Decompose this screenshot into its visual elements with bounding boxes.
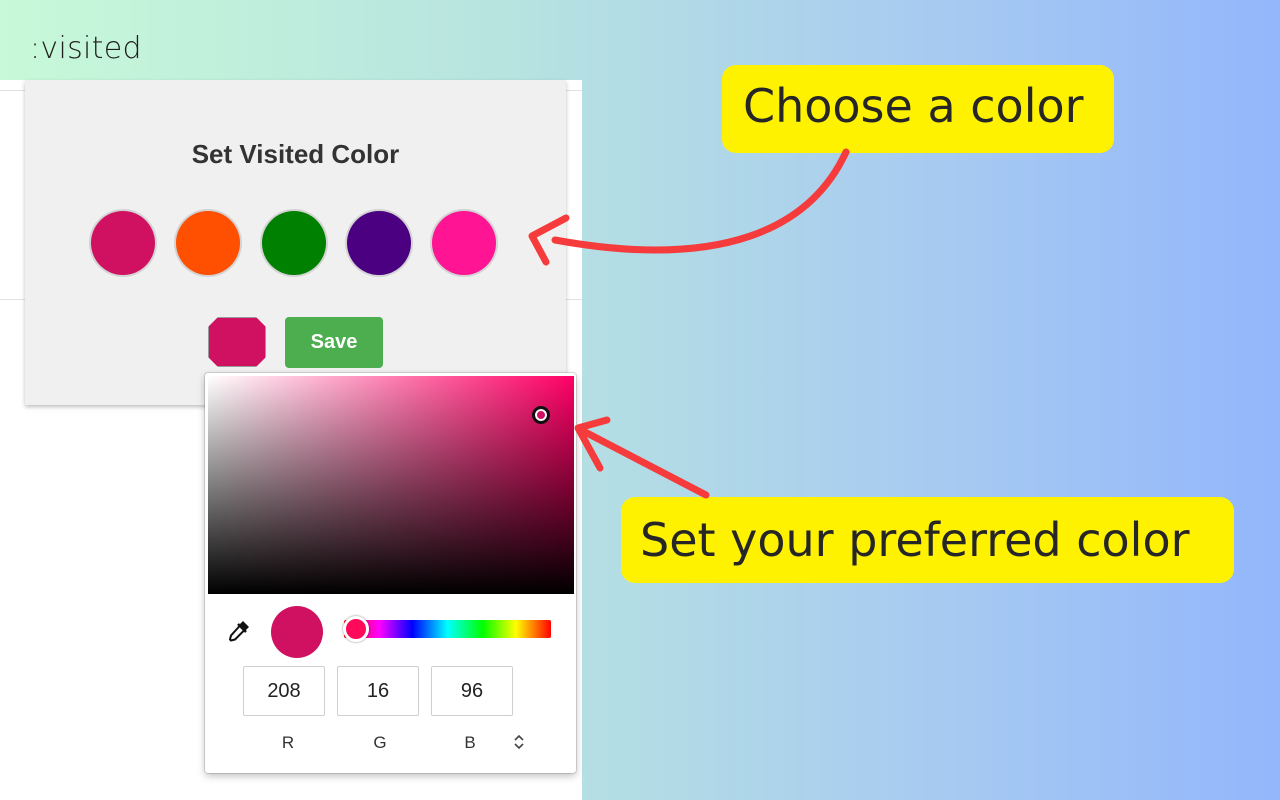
- brand-label: :visited: [30, 31, 142, 66]
- swatch-crimson[interactable]: [91, 211, 155, 275]
- callout-set-color: Set your preferred color: [621, 497, 1234, 583]
- popup-title: Set Visited Color: [191, 139, 400, 169]
- arrow-to-picker: [581, 428, 710, 499]
- blue-input[interactable]: [431, 666, 513, 716]
- green-label: G: [373, 733, 387, 752]
- color-picker-dialog: R G B: [205, 373, 576, 773]
- arrowhead-picker: [574, 416, 611, 472]
- extension-popup: Set Visited Color Save: [25, 80, 566, 405]
- blue-label: B: [464, 733, 476, 752]
- swatch-orange[interactable]: [176, 211, 240, 275]
- saturation-value-handle[interactable]: [532, 406, 550, 424]
- hue-slider[interactable]: [344, 620, 551, 638]
- color-input-swatch[interactable]: [208, 317, 266, 367]
- red-label: R: [281, 733, 295, 752]
- page-divider: [566, 90, 582, 91]
- color-preview: [271, 606, 323, 658]
- saturation-value-area[interactable]: [208, 376, 574, 594]
- swatch-green[interactable]: [262, 211, 326, 275]
- promo-canvas: :visited Set Visited Color Save 208 16 9…: [0, 0, 1280, 800]
- page-divider: [0, 90, 25, 91]
- swatch-pink[interactable]: [432, 211, 496, 275]
- hue-slider-handle[interactable]: [343, 616, 369, 642]
- green-input[interactable]: [337, 666, 419, 716]
- page-divider: [566, 299, 582, 300]
- callout-choose-color: Choose a color: [722, 65, 1114, 153]
- swatch-indigo[interactable]: [347, 211, 411, 275]
- save-button[interactable]: Save: [285, 317, 383, 368]
- page-divider: [0, 299, 25, 300]
- arrow-to-swatches: [551, 148, 850, 254]
- up-down-chevron-icon[interactable]: [512, 732, 526, 752]
- red-input[interactable]: [243, 666, 325, 716]
- eyedropper-icon[interactable]: [226, 618, 252, 644]
